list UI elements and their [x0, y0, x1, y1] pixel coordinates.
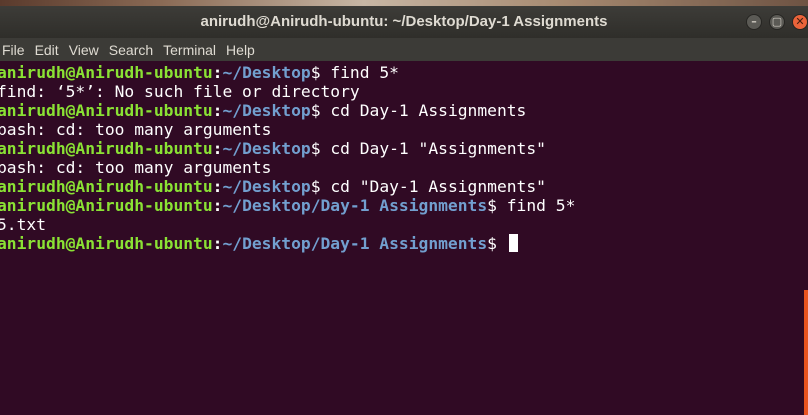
menu-search[interactable]: Search	[109, 42, 153, 58]
menu-file[interactable]: File	[2, 42, 25, 58]
command-text: find 5*	[496, 196, 576, 215]
prompt-dollar: $	[487, 196, 497, 215]
prompt-colon: :	[212, 234, 223, 253]
prompt-path: ~/Desktop	[222, 101, 311, 120]
output-line: bash: cd: too many arguments	[0, 120, 808, 139]
prompt-user-host: anirudh@Anirudh-ubuntu	[0, 101, 213, 120]
prompt-user-host: anirudh@Anirudh-ubuntu	[0, 139, 213, 158]
prompt-path: ~/Desktop/Day-1 Assignments	[222, 196, 488, 215]
prompt-path: ~/Desktop/Day-1 Assignments	[222, 234, 488, 253]
terminal-output-area[interactable]: anirudh@Anirudh-ubuntu:~/Desktop$ find 5…	[0, 61, 808, 415]
minimize-icon[interactable]: –	[746, 14, 762, 30]
prompt-colon: :	[212, 101, 223, 120]
command-text: find 5*	[320, 63, 399, 82]
prompt-dollar: $	[310, 63, 321, 82]
output-line: find: ‘5*’: No such file or directory	[0, 82, 808, 101]
prompt-colon: :	[212, 196, 223, 215]
menu-edit[interactable]: Edit	[35, 42, 59, 58]
prompt-colon: :	[212, 139, 223, 158]
prompt-dollar: $	[310, 101, 321, 120]
output-text: find: ‘5*’: No such file or directory	[0, 82, 360, 101]
prompt-user-host: anirudh@Anirudh-ubuntu	[0, 234, 213, 253]
prompt-dollar: $	[487, 234, 497, 253]
prompt-line: anirudh@Anirudh-ubuntu:~/Desktop/Day-1 A…	[0, 234, 808, 253]
command-text: cd Day-1 Assignments	[320, 101, 527, 120]
menu-help[interactable]: Help	[226, 42, 255, 58]
output-line: bash: cd: too many arguments	[0, 158, 808, 177]
prompt-dollar: $	[310, 177, 321, 196]
prompt-line: anirudh@Anirudh-ubuntu:~/Desktop$ cd Day…	[0, 139, 808, 158]
menu-view[interactable]: View	[69, 42, 99, 58]
scrollbar[interactable]	[804, 290, 808, 415]
prompt-user-host: anirudh@Anirudh-ubuntu	[0, 63, 213, 82]
command-text: cd Day-1 "Assignments"	[320, 139, 546, 158]
command-text	[497, 234, 507, 253]
output-text: bash: cd: too many arguments	[0, 158, 272, 177]
output-line: 5.txt	[0, 215, 808, 234]
prompt-user-host: anirudh@Anirudh-ubuntu	[0, 196, 213, 215]
menu-bar: File Edit View Search Terminal Help	[0, 38, 808, 61]
prompt-dollar: $	[310, 139, 321, 158]
prompt-colon: :	[212, 177, 223, 196]
prompt-path: ~/Desktop	[222, 63, 311, 82]
prompt-line: anirudh@Anirudh-ubuntu:~/Desktop$ cd Day…	[0, 101, 808, 120]
prompt-path: ~/Desktop	[222, 177, 311, 196]
terminal-window: anirudh@Anirudh-ubuntu: ~/Desktop/Day-1 …	[0, 0, 808, 415]
prompt-user-host: anirudh@Anirudh-ubuntu	[0, 177, 213, 196]
prompt-line: anirudh@Anirudh-ubuntu:~/Desktop/Day-1 A…	[0, 196, 808, 215]
prompt-line: anirudh@Anirudh-ubuntu:~/Desktop$ find 5…	[0, 63, 808, 82]
prompt-colon: :	[212, 63, 223, 82]
maximize-icon[interactable]: ▢	[769, 14, 785, 30]
command-text: cd "Day-1 Assignments"	[320, 177, 546, 196]
title-bar[interactable]: anirudh@Anirudh-ubuntu: ~/Desktop/Day-1 …	[0, 6, 808, 38]
menu-terminal[interactable]: Terminal	[163, 42, 216, 58]
text-cursor	[508, 234, 518, 252]
output-text: bash: cd: too many arguments	[0, 120, 272, 139]
close-icon[interactable]: ✕	[792, 14, 808, 30]
window-title: anirudh@Anirudh-ubuntu: ~/Desktop/Day-1 …	[200, 13, 608, 30]
prompt-line: anirudh@Anirudh-ubuntu:~/Desktop$ cd "Da…	[0, 177, 808, 196]
output-text: 5.txt	[0, 215, 47, 234]
prompt-path: ~/Desktop	[222, 139, 311, 158]
